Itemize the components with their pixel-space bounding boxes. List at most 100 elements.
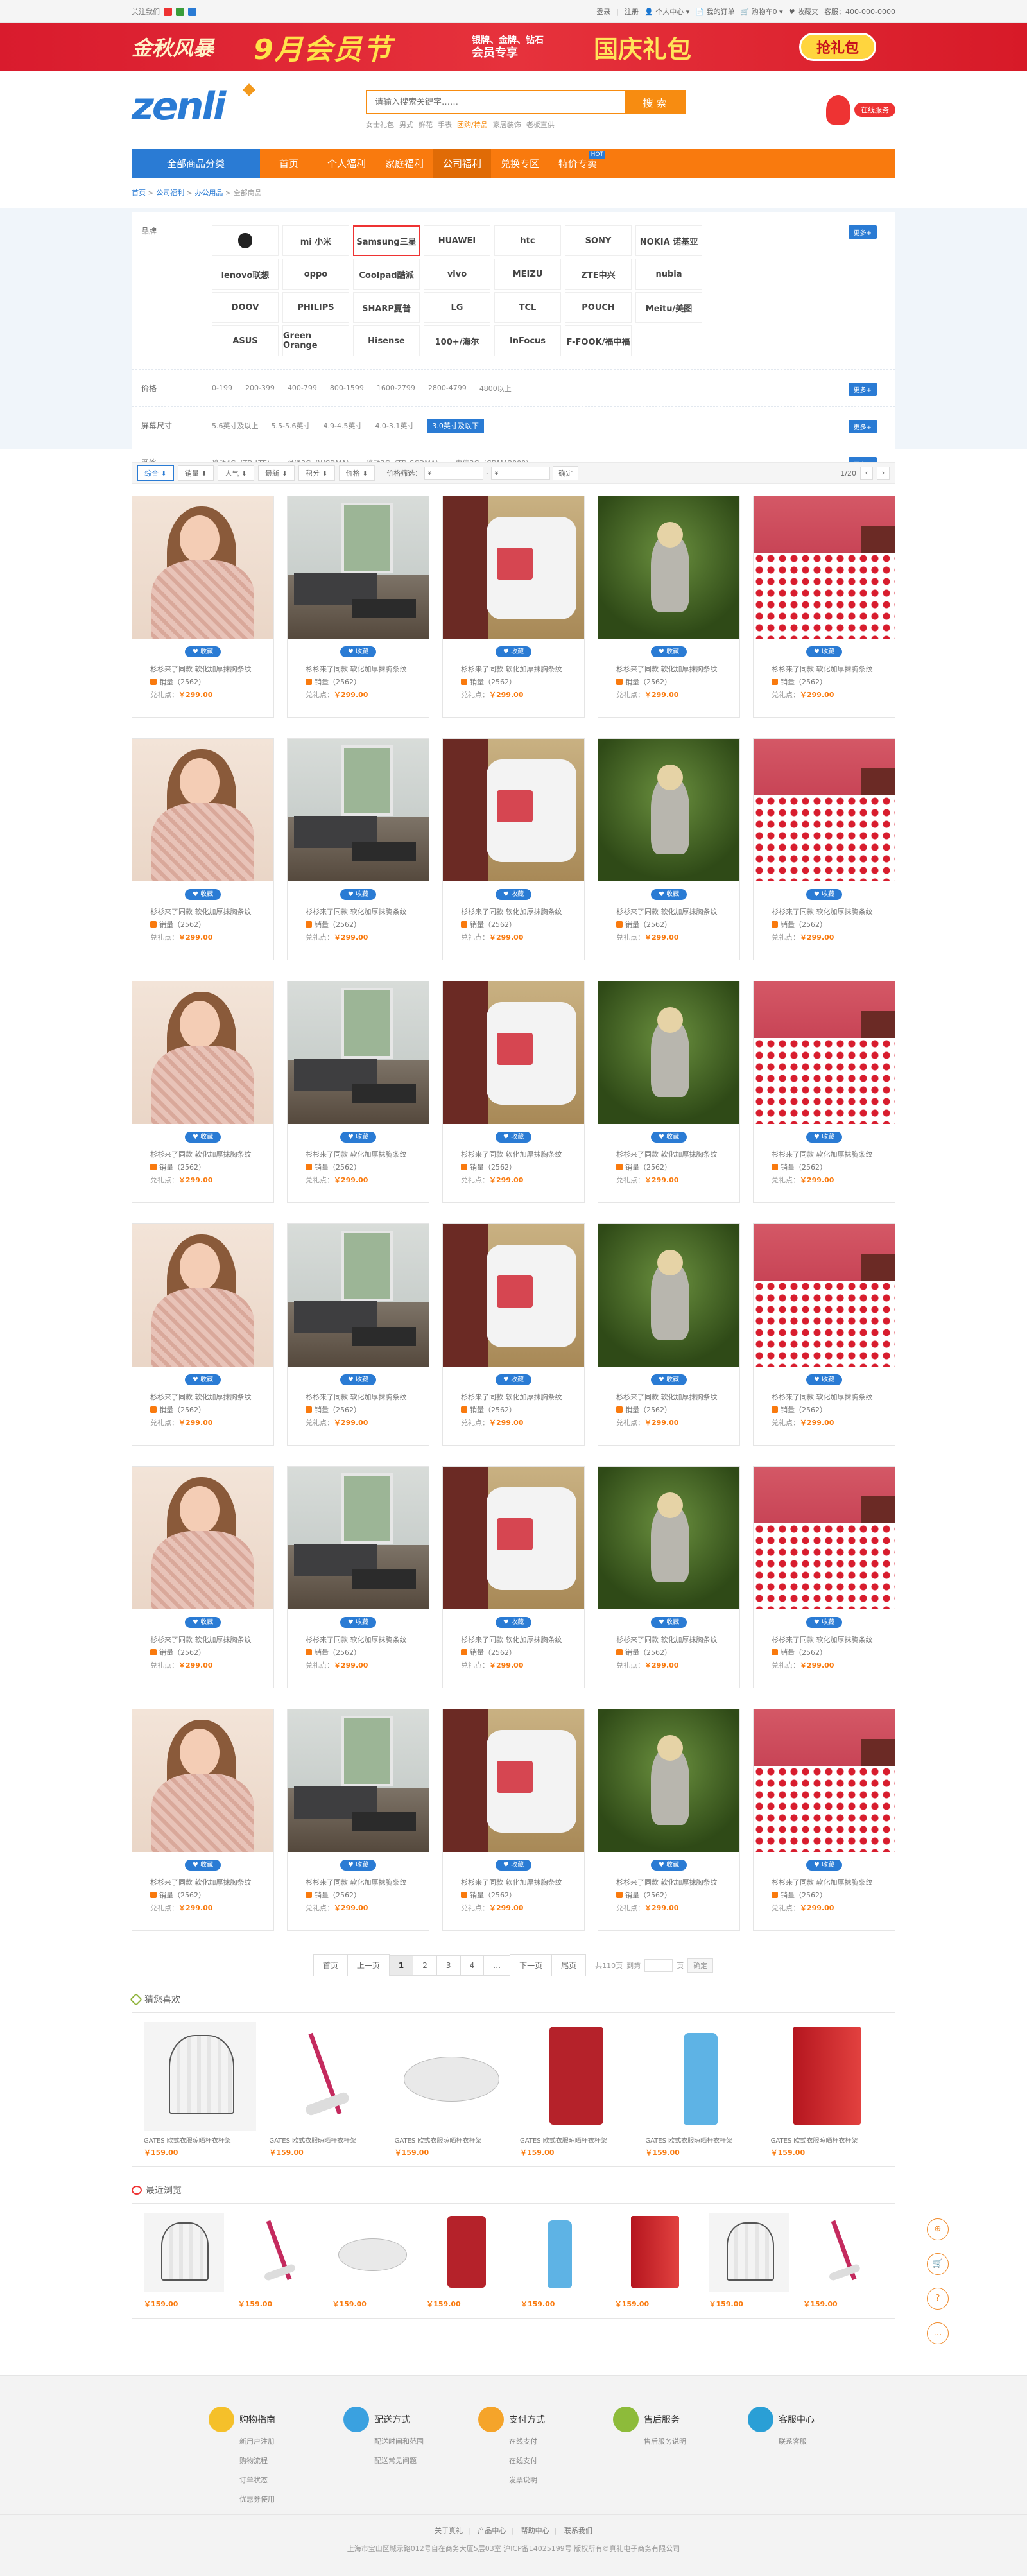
last-page-button[interactable]: 尾页 (551, 1954, 587, 1976)
screen-option[interactable]: 5.5-5.6英寸 (272, 420, 311, 431)
brand-option[interactable]: vivo (424, 259, 490, 290)
product-card[interactable]: ♥ 收藏 杉杉来了同款 软化加厚抹胸条纹 销量（2562） 兑礼点：￥299.00 (442, 496, 585, 718)
next-page-arrow-icon[interactable]: › (877, 467, 890, 480)
page-jump-button[interactable]: 确定 (687, 1958, 714, 1973)
product-title[interactable]: 杉杉来了同款 软化加厚抹胸条纹 (132, 906, 273, 917)
product-title[interactable]: 杉杉来了同款 软化加厚抹胸条纹 (288, 664, 429, 674)
footer-products-link[interactable]: 产品中心 (478, 2527, 506, 2535)
brand-option[interactable]: lenovo联想 (212, 259, 279, 290)
online-service-button[interactable]: 在线服务 (854, 103, 895, 117)
like-title[interactable]: GATES 欧式衣服晾晒杆衣杆架 (269, 2135, 381, 2145)
product-image[interactable] (443, 1709, 584, 1852)
nav-special[interactable]: 特价专卖 HOT (549, 149, 607, 178)
page-jump-input[interactable] (644, 1958, 673, 1972)
hot-word[interactable]: 鲜花 (419, 119, 433, 130)
hot-word[interactable]: 女士礼包 (366, 119, 394, 130)
brand-option[interactable]: PHILIPS (282, 292, 349, 323)
price-option[interactable]: 0-199 (212, 384, 232, 392)
product-title[interactable]: 杉杉来了同款 软化加厚抹胸条纹 (132, 1392, 273, 1402)
share-icon[interactable]: ⊕ (927, 2218, 949, 2240)
orders-link[interactable]: 📄 我的订单 (695, 6, 734, 17)
like-image[interactable] (645, 2022, 757, 2131)
recent-image[interactable] (709, 2213, 790, 2292)
favorite-button[interactable]: ♥ 收藏 (496, 646, 531, 657)
footer-link[interactable]: 优惠券使用 (209, 2490, 305, 2509)
footer-about-link[interactable]: 关于真礼 (435, 2527, 463, 2535)
favorite-button[interactable]: ♥ 收藏 (496, 1860, 531, 1871)
favorite-button[interactable]: ♥ 收藏 (340, 1374, 376, 1385)
product-card[interactable]: ♥ 收藏 杉杉来了同款 软化加厚抹胸条纹 销量（2562） 兑礼点：￥299.00 (287, 981, 429, 1203)
nav-exchange[interactable]: 兑换专区 (491, 149, 549, 178)
screen-option[interactable]: 3.0英寸及以下 (427, 418, 484, 433)
product-card[interactable]: ♥ 收藏 杉杉来了同款 软化加厚抹胸条纹 销量（2562） 兑礼点：￥299.00 (287, 1466, 429, 1688)
like-title[interactable]: GATES 欧式衣服晾晒杆衣杆架 (520, 2135, 632, 2145)
product-card[interactable]: ♥ 收藏 杉杉来了同款 软化加厚抹胸条纹 销量（2562） 兑礼点：￥299.00 (132, 738, 274, 960)
product-card[interactable]: ♥ 收藏 杉杉来了同款 软化加厚抹胸条纹 销量（2562） 兑礼点：￥299.00 (287, 1709, 429, 1931)
product-card[interactable]: ♥ 收藏 杉杉来了同款 软化加厚抹胸条纹 销量（2562） 兑礼点：￥299.00 (442, 981, 585, 1203)
footer-link[interactable]: 配送时间和范围 (343, 2432, 440, 2451)
footer-link[interactable]: 联系客服 (748, 2432, 844, 2451)
brand-option[interactable]: 100+/海尔 (424, 325, 490, 356)
price-min-input[interactable] (424, 467, 484, 480)
footer-link[interactable]: 购物流程 (209, 2451, 305, 2471)
recent-item[interactable]: ￥159.00 (144, 2213, 224, 2309)
product-image[interactable] (288, 981, 429, 1124)
footer-link[interactable]: 在线支付 (478, 2432, 574, 2451)
price-option[interactable]: 200-399 (245, 384, 275, 392)
product-title[interactable]: 杉杉来了同款 软化加厚抹胸条纹 (132, 664, 273, 674)
page-number[interactable]: 4 (460, 1955, 485, 1976)
brand-option[interactable]: NOKIA 诺基亚 (635, 225, 702, 256)
like-image[interactable] (395, 2022, 507, 2131)
recent-item[interactable]: ￥159.00 (332, 2213, 413, 2309)
nav-family[interactable]: 家庭福利 (375, 149, 433, 178)
page-number[interactable]: 2 (413, 1955, 437, 1976)
sort-default[interactable]: 综合 ⬇ (137, 465, 174, 481)
like-item[interactable]: GATES 欧式衣服晾晒杆衣杆架 ￥159.00 (144, 2022, 257, 2157)
sort-sales[interactable]: 销量 ⬇ (177, 465, 214, 481)
brand-option[interactable]: Green Orange (282, 325, 349, 356)
brand-option[interactable]: ASUS (212, 325, 279, 356)
prev-page-arrow-icon[interactable]: ‹ (860, 467, 873, 480)
product-card[interactable]: ♥ 收藏 杉杉来了同款 软化加厚抹胸条纹 销量（2562） 兑礼点：￥299.00 (598, 1223, 740, 1446)
product-card[interactable]: ♥ 收藏 杉杉来了同款 软化加厚抹胸条纹 销量（2562） 兑礼点：￥299.00 (132, 981, 274, 1203)
product-image[interactable] (598, 1709, 739, 1852)
next-page-button[interactable]: 下一页 (510, 1954, 553, 1976)
recent-item[interactable]: ￥159.00 (426, 2213, 506, 2309)
favorite-button[interactable]: ♥ 收藏 (806, 889, 842, 900)
user-center-link[interactable]: 👤 个人中心 ▾ (644, 6, 689, 17)
brand-option[interactable]: F-FOOK/福中福 (565, 325, 632, 356)
like-item[interactable]: GATES 欧式衣服晾晒杆衣杆架 ￥159.00 (395, 2022, 507, 2157)
page-number[interactable]: 1 (388, 1955, 414, 1976)
brand-option[interactable]: Samsung三星 (353, 225, 420, 256)
favorite-button[interactable]: ♥ 收藏 (340, 1860, 376, 1871)
product-image[interactable] (598, 1224, 739, 1367)
product-title[interactable]: 杉杉来了同款 软化加厚抹胸条纹 (443, 1634, 584, 1645)
like-title[interactable]: GATES 欧式衣服晾晒杆衣杆架 (144, 2135, 256, 2145)
product-image[interactable] (132, 1709, 273, 1852)
recent-image[interactable] (521, 2213, 601, 2292)
favorite-button[interactable]: ♥ 收藏 (806, 1860, 842, 1871)
brand-option[interactable]: mi 小米 (282, 225, 349, 256)
product-card[interactable]: ♥ 收藏 杉杉来了同款 软化加厚抹胸条纹 销量（2562） 兑礼点：￥299.00 (753, 738, 895, 960)
product-image[interactable] (288, 739, 429, 881)
favorite-button[interactable]: ♥ 收藏 (185, 1374, 221, 1385)
product-image[interactable] (443, 1467, 584, 1609)
recent-image[interactable] (238, 2213, 318, 2292)
footer-link[interactable]: 在线支付 (478, 2451, 574, 2471)
product-image[interactable] (754, 496, 895, 639)
product-title[interactable]: 杉杉来了同款 软化加厚抹胸条纹 (754, 1877, 895, 1887)
hot-word[interactable]: 男式 (399, 119, 413, 130)
product-card[interactable]: ♥ 收藏 杉杉来了同款 软化加厚抹胸条纹 销量（2562） 兑礼点：￥299.00 (598, 1466, 740, 1688)
product-card[interactable]: ♥ 收藏 杉杉来了同款 软化加厚抹胸条纹 销量（2562） 兑礼点：￥299.00 (287, 738, 429, 960)
product-card[interactable]: ♥ 收藏 杉杉来了同款 软化加厚抹胸条纹 销量（2562） 兑礼点：￥299.00 (287, 1223, 429, 1446)
product-image[interactable] (754, 1224, 895, 1367)
price-option[interactable]: 2800-4799 (428, 384, 467, 392)
weibo-icon[interactable] (164, 7, 172, 16)
product-title[interactable]: 杉杉来了同款 软化加厚抹胸条纹 (443, 1149, 584, 1159)
brand-option[interactable]: InFocus (494, 325, 561, 356)
favorite-button[interactable]: ♥ 收藏 (185, 1132, 221, 1143)
product-card[interactable]: ♥ 收藏 杉杉来了同款 软化加厚抹胸条纹 销量（2562） 兑礼点：￥299.00 (442, 1466, 585, 1688)
sort-popularity[interactable]: 人气 ⬇ (218, 465, 255, 481)
product-card[interactable]: ♥ 收藏 杉杉来了同款 软化加厚抹胸条纹 销量（2562） 兑礼点：￥299.00 (442, 1223, 585, 1446)
brand-option[interactable]: htc (494, 225, 561, 256)
